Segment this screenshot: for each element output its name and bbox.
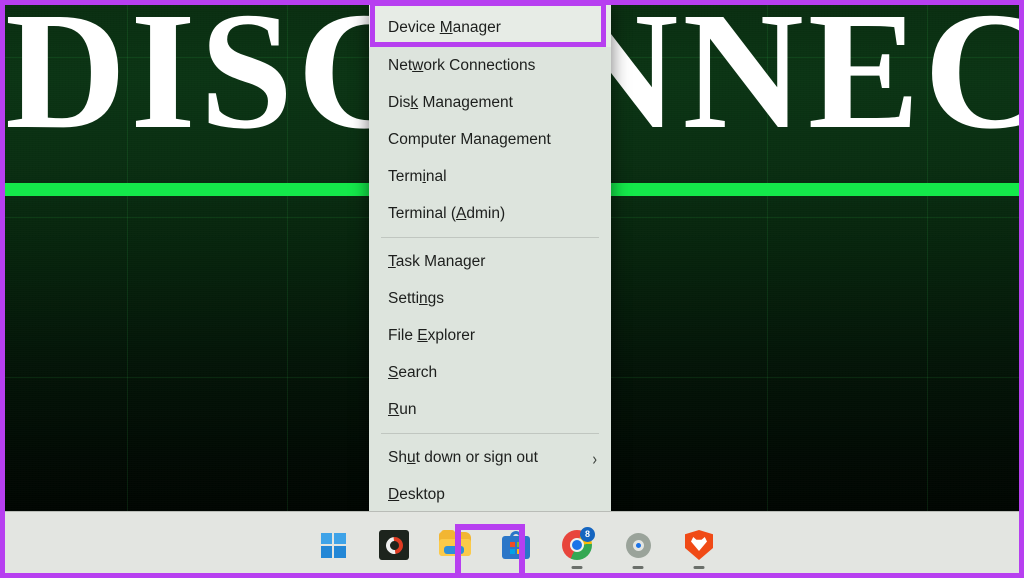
winx-menu-group-system: Device Manager Network Connections Disk … xyxy=(369,3,611,232)
winx-item-shut-down-or-sign-out[interactable]: Shut down or sign out › xyxy=(369,439,611,476)
winx-item-label: Terminal (Admin) xyxy=(388,205,597,223)
winx-menu-separator xyxy=(381,433,599,434)
winx-item-label: Device Manager xyxy=(388,19,597,37)
winx-item-settings[interactable]: Settings xyxy=(369,280,611,317)
winx-item-run[interactable]: Run xyxy=(369,391,611,428)
winx-menu-separator xyxy=(381,237,599,238)
store-bag-icon xyxy=(502,531,530,559)
winx-item-label: Disk Management xyxy=(388,94,597,112)
start-button[interactable] xyxy=(311,523,355,567)
winx-item-label: Network Connections xyxy=(388,57,597,75)
chrome-icon: 8 xyxy=(562,530,592,560)
file-explorer-button[interactable] xyxy=(433,523,477,567)
winx-item-terminal[interactable]: Terminal xyxy=(369,158,611,195)
winx-item-computer-management[interactable]: Computer Management xyxy=(369,121,611,158)
winx-context-menu[interactable]: Device Manager Network Connections Disk … xyxy=(369,3,611,521)
winx-item-terminal-admin[interactable]: Terminal (Admin) xyxy=(369,195,611,232)
running-indicator xyxy=(694,566,705,569)
gear-icon xyxy=(624,531,653,560)
winx-menu-group-session: Shut down or sign out › Desktop xyxy=(369,439,611,513)
winx-item-label: File Explorer xyxy=(388,327,597,345)
winx-item-device-manager[interactable]: Device Manager xyxy=(369,3,611,47)
winx-item-search[interactable]: Search xyxy=(369,354,611,391)
running-indicator xyxy=(633,566,644,569)
windows-logo-icon xyxy=(321,533,346,558)
recorder-ring-icon xyxy=(379,530,409,560)
winx-item-label: Search xyxy=(388,364,597,382)
winx-item-label: Terminal xyxy=(388,168,597,186)
chevron-right-icon[interactable]: › xyxy=(592,448,597,468)
winx-item-desktop[interactable]: Desktop xyxy=(369,476,611,513)
recording-app-button[interactable] xyxy=(372,523,416,567)
microsoft-store-button[interactable] xyxy=(494,523,538,567)
screen: DISCONNECT Device Manager Network Connec… xyxy=(0,0,1024,578)
winx-item-label: Settings xyxy=(388,290,597,308)
winx-item-label: Task Manager xyxy=(388,253,597,271)
winx-item-network-connections[interactable]: Network Connections xyxy=(369,47,611,84)
winx-item-task-manager[interactable]: Task Manager xyxy=(369,243,611,280)
winx-item-label: Run xyxy=(388,401,597,419)
brave-browser-button[interactable] xyxy=(677,523,721,567)
folder-icon xyxy=(439,532,471,558)
taskbar-icon-group: 8 xyxy=(311,523,721,567)
notification-badge: 8 xyxy=(580,527,595,542)
brave-lion-icon xyxy=(685,530,713,560)
winx-menu-group-tools: Task Manager Settings File Explorer Sear… xyxy=(369,243,611,428)
winx-item-file-explorer[interactable]: File Explorer xyxy=(369,317,611,354)
settings-button[interactable] xyxy=(616,523,660,567)
winx-item-label: Desktop xyxy=(388,486,597,504)
winx-item-disk-management[interactable]: Disk Management xyxy=(369,84,611,121)
running-indicator xyxy=(572,566,583,569)
winx-item-label: Shut down or sign out xyxy=(388,449,582,467)
google-chrome-button[interactable]: 8 xyxy=(555,523,599,567)
taskbar[interactable]: 8 xyxy=(5,511,1019,578)
winx-item-label: Computer Management xyxy=(388,131,597,149)
